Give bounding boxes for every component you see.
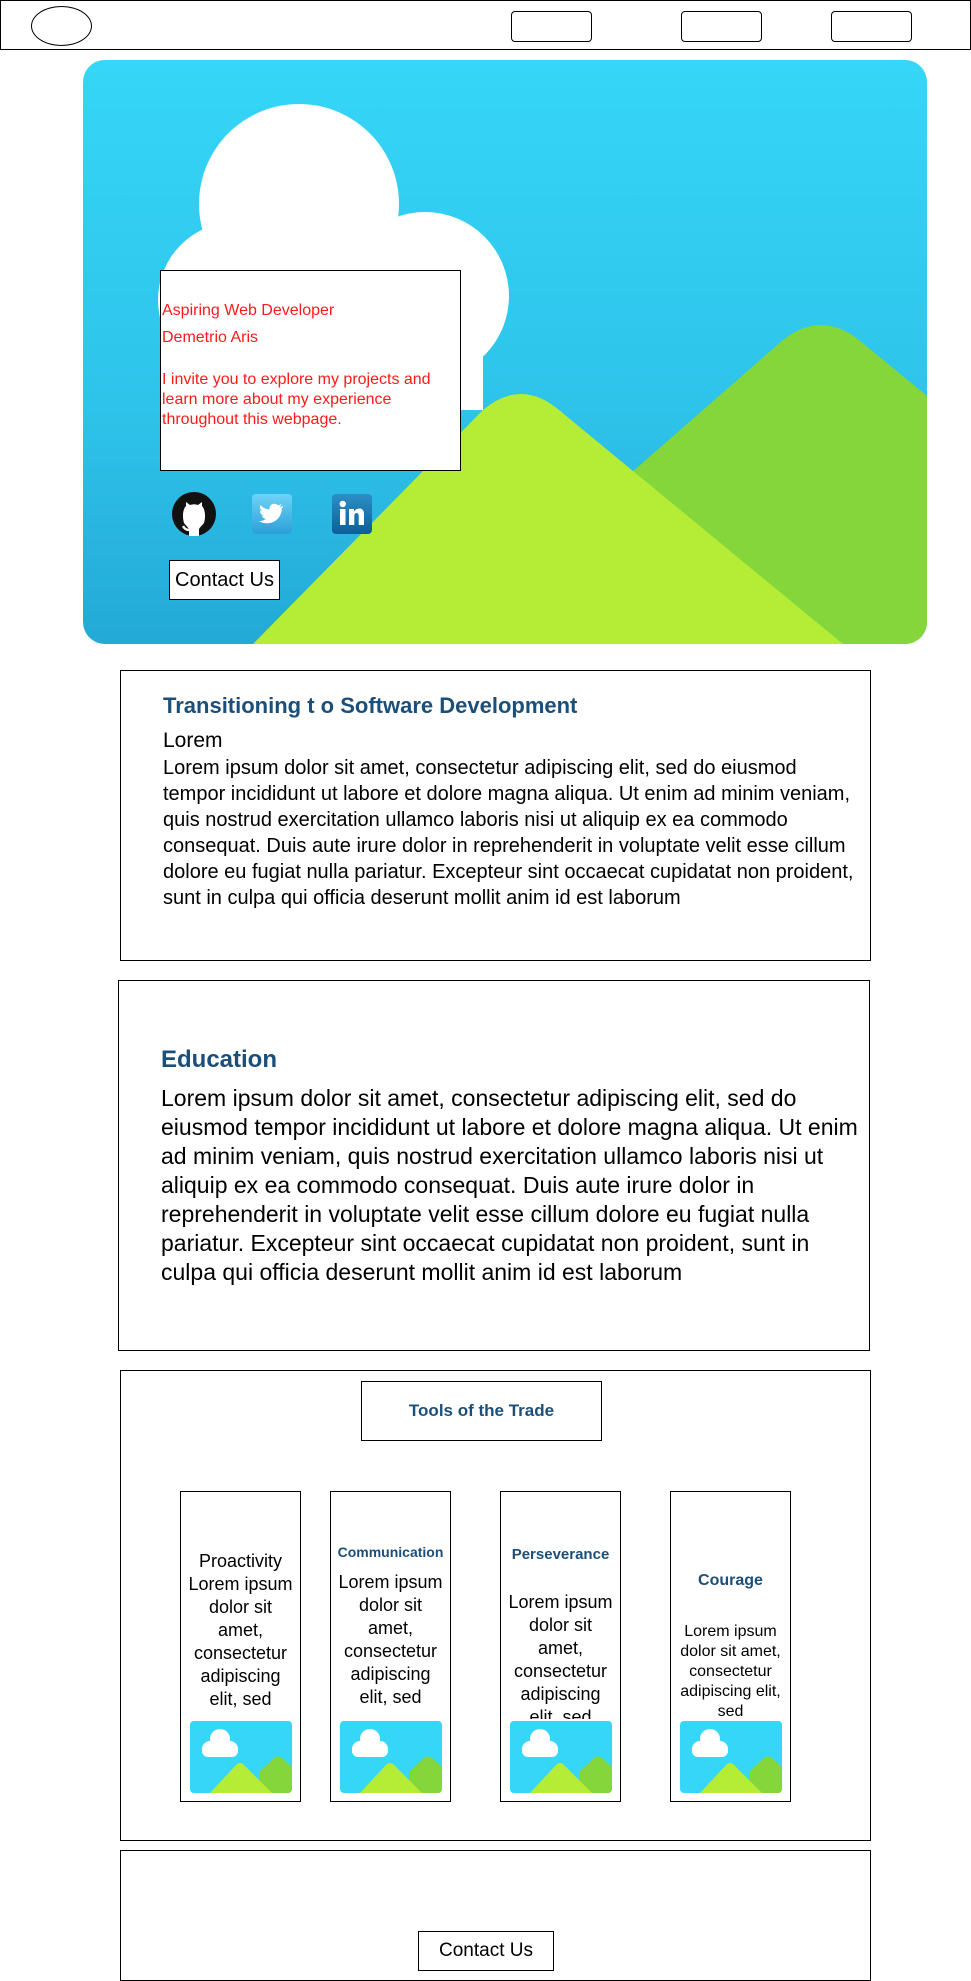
tool-card-body: Lorem ipsum dolor sit amet, consectetur … <box>188 1574 293 1709</box>
tool-card-perseverance: Perseverance Lorem ipsum dolor sit amet,… <box>500 1491 621 1802</box>
nav-button-3[interactable] <box>831 11 912 42</box>
tool-card-courage: Courage Lorem ipsum dolor sit amet, cons… <box>670 1491 791 1802</box>
tool-card-title: Communication <box>337 1544 444 1560</box>
tool-card-title: Perseverance <box>511 1546 610 1563</box>
logo-placeholder[interactable] <box>31 6 92 46</box>
education-section: Education Lorem ipsum dolor sit amet, co… <box>118 980 870 1351</box>
footer-section: Contact Us <box>120 1850 871 1981</box>
github-icon[interactable] <box>172 492 216 536</box>
tools-section: Tools of the Trade Proactivity Lorem ips… <box>120 1370 871 1841</box>
intro-card: Aspiring Web Developer Demetrio Aris I i… <box>160 270 461 471</box>
tool-card-body: Lorem ipsum dolor sit amet, consectetur … <box>508 1592 613 1719</box>
name-text: Demetrio Aris <box>162 329 259 346</box>
hero-contact-button[interactable]: Contact Us <box>169 560 280 600</box>
image-placeholder-icon <box>340 1721 442 1793</box>
image-placeholder-icon <box>510 1721 612 1793</box>
top-nav <box>0 0 971 50</box>
transition-subtitle: Lorem <box>163 729 223 752</box>
image-placeholder-icon <box>190 1721 292 1793</box>
nav-button-2[interactable] <box>681 11 762 42</box>
education-title: Education <box>161 1046 278 1073</box>
image-placeholder-icon <box>680 1721 782 1793</box>
tool-card-body: Lorem ipsum dolor sit amet, consectetur … <box>680 1623 781 1720</box>
transition-body: Lorem ipsum dolor sit amet, consectetur … <box>163 757 854 909</box>
hero-banner: Aspiring Web Developer Demetrio Aris I i… <box>83 60 927 644</box>
transition-title: Transitioning t o Software Development <box>163 693 578 718</box>
nav-button-1[interactable] <box>511 11 592 42</box>
tools-title: Tools of the Trade <box>361 1381 602 1441</box>
linkedin-icon[interactable] <box>330 492 374 536</box>
tool-card-title: Courage <box>698 1572 763 1589</box>
twitter-icon[interactable] <box>250 492 294 536</box>
tool-card-proactivity: Proactivity Lorem ipsum dolor sit amet, … <box>180 1491 301 1802</box>
tool-card-title: Proactivity <box>198 1551 283 1571</box>
transition-section: Transitioning t o Software Development L… <box>120 670 871 961</box>
education-body: Lorem ipsum dolor sit amet, consectetur … <box>161 1085 858 1285</box>
tool-card-body: Lorem ipsum dolor sit amet, consectetur … <box>338 1572 443 1707</box>
footer-contact-button[interactable]: Contact Us <box>418 1931 554 1971</box>
role-text: Aspiring Web Developer <box>162 302 335 319</box>
tool-card-communication: Communication Lorem ipsum dolor sit amet… <box>330 1491 451 1802</box>
intro-text: I invite you to explore my projects and … <box>162 371 431 428</box>
